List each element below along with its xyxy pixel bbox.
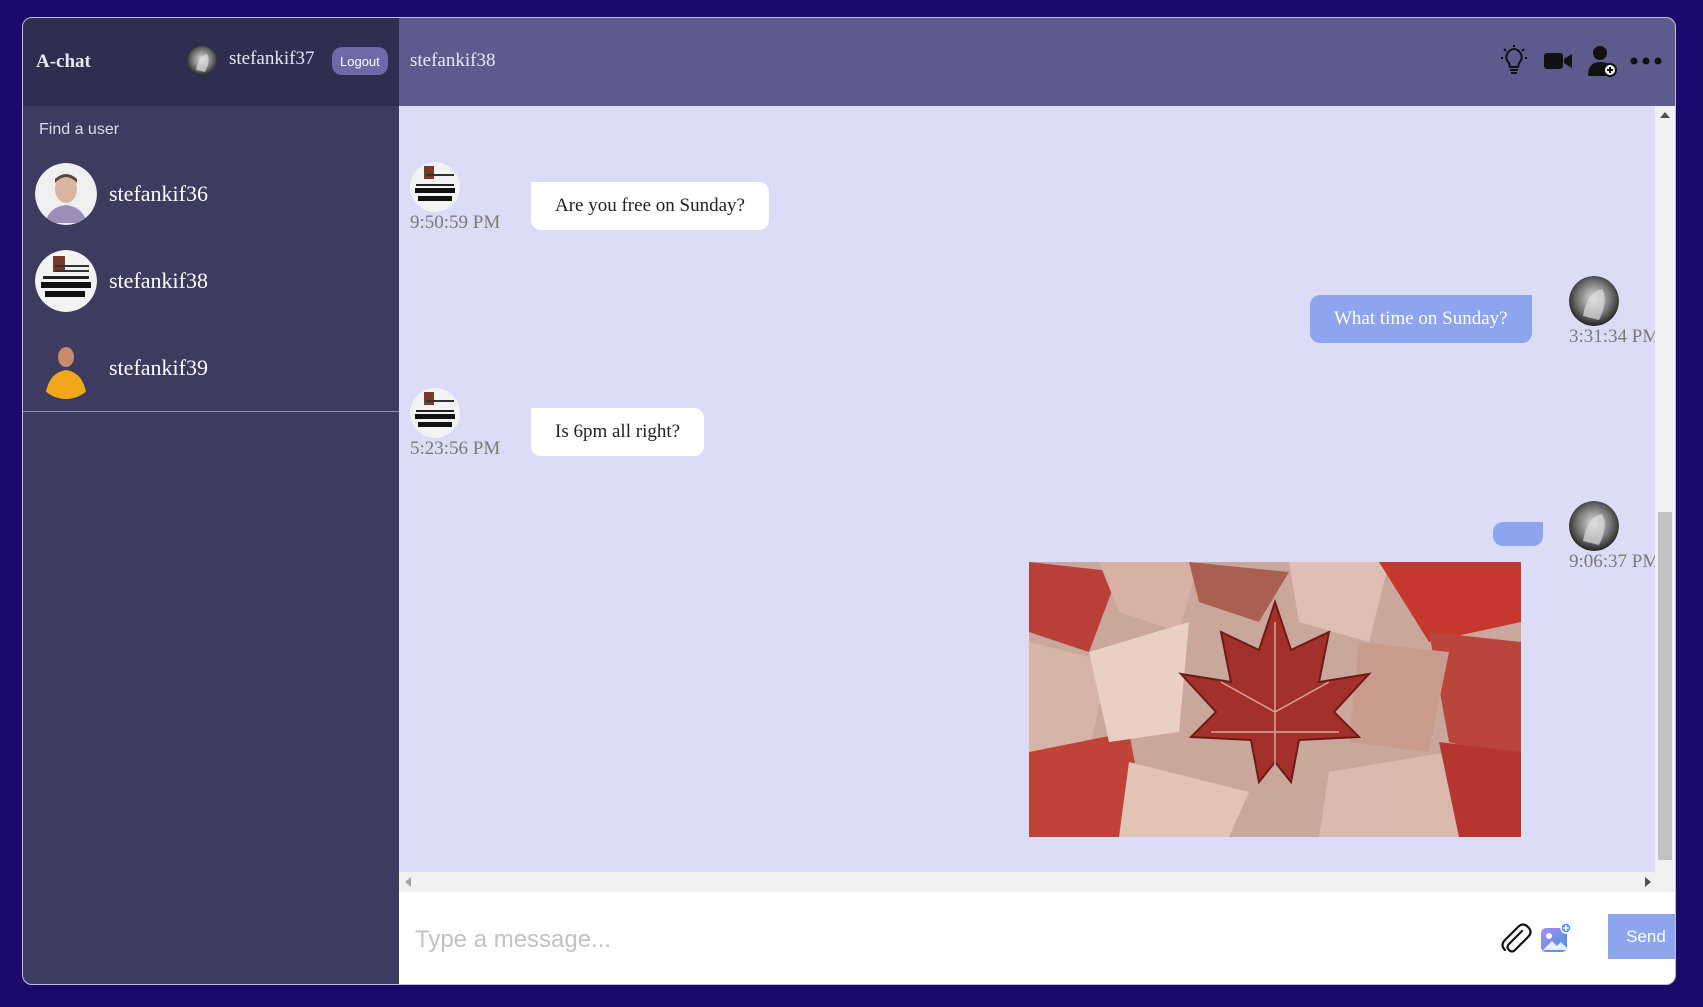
user-name: stefankif38 xyxy=(109,267,208,293)
add-user-icon[interactable] xyxy=(1585,42,1619,80)
sender-avatar xyxy=(410,388,460,438)
current-user-avatar xyxy=(187,46,217,76)
message-bubble: Is 6pm all right? xyxy=(531,408,705,456)
message-time: 9:50:59 PM xyxy=(410,212,501,233)
user-avatar xyxy=(35,162,97,225)
message-time: 3:31:34 PM xyxy=(1569,326,1657,347)
user-avatar xyxy=(35,249,97,312)
send-button[interactable]: Send xyxy=(1608,914,1675,959)
sender-avatar xyxy=(1569,276,1619,326)
message-image[interactable] xyxy=(1029,562,1521,837)
user-item-stefankif36[interactable]: stefankif36 xyxy=(23,150,399,237)
user-name: stefankif39 xyxy=(109,354,208,380)
sidebar-header: A-chat stefankif37 Logout xyxy=(23,18,399,106)
lightbulb-icon[interactable] xyxy=(1497,42,1531,80)
message-time: 5:23:56 PM xyxy=(410,438,501,459)
user-name: stefankif36 xyxy=(109,180,208,206)
user-avatar xyxy=(35,336,97,399)
find-user-input[interactable] xyxy=(37,120,371,140)
image-upload-icon[interactable] xyxy=(1540,922,1572,954)
user-item-stefankif39[interactable]: stefankif39 xyxy=(23,324,399,411)
message-time: 9:06:37 PM xyxy=(1569,551,1657,572)
message-input[interactable] xyxy=(413,922,1377,958)
current-user: stefankif37 xyxy=(187,46,314,76)
scroll-up-arrow-icon[interactable] xyxy=(1660,112,1670,118)
horizontal-scrollbar[interactable] xyxy=(399,872,1675,892)
message-bubble xyxy=(1493,522,1543,546)
message-bubble: What time on Sunday? xyxy=(1310,295,1532,343)
chat-panel: stefankif38 9:50:59 PM Are you free on S… xyxy=(399,18,1675,984)
chat-title: stefankif38 xyxy=(410,50,496,71)
more-icon[interactable] xyxy=(1629,42,1663,80)
message-bubble: Are you free on Sunday? xyxy=(531,182,769,230)
chat-header-actions xyxy=(1497,42,1663,80)
sender-avatar xyxy=(1569,501,1619,551)
message-composer: Send xyxy=(399,892,1675,984)
chat-app-window: A-chat stefankif37 Logout s xyxy=(22,17,1676,985)
paperclip-icon[interactable] xyxy=(1498,922,1532,956)
vertical-scrollbar[interactable] xyxy=(1655,106,1675,892)
sidebar: A-chat stefankif37 Logout s xyxy=(23,18,399,984)
sender-avatar xyxy=(410,162,460,212)
current-user-name: stefankif37 xyxy=(229,48,315,69)
app-logo: A-chat xyxy=(36,51,91,72)
video-camera-icon[interactable] xyxy=(1541,42,1575,80)
user-list: stefankif36 stefankif38 stefankif39 xyxy=(23,150,399,412)
scroll-thumb[interactable] xyxy=(1658,512,1672,860)
chat-header: stefankif38 xyxy=(399,18,1675,106)
user-item-stefankif38[interactable]: stefankif38 xyxy=(23,237,399,324)
message-list[interactable]: 9:50:59 PM Are you free on Sunday? What … xyxy=(399,106,1657,892)
scroll-right-arrow-icon[interactable] xyxy=(1645,877,1651,887)
scroll-left-arrow-icon[interactable] xyxy=(405,877,411,887)
logout-button[interactable]: Logout xyxy=(332,47,388,75)
